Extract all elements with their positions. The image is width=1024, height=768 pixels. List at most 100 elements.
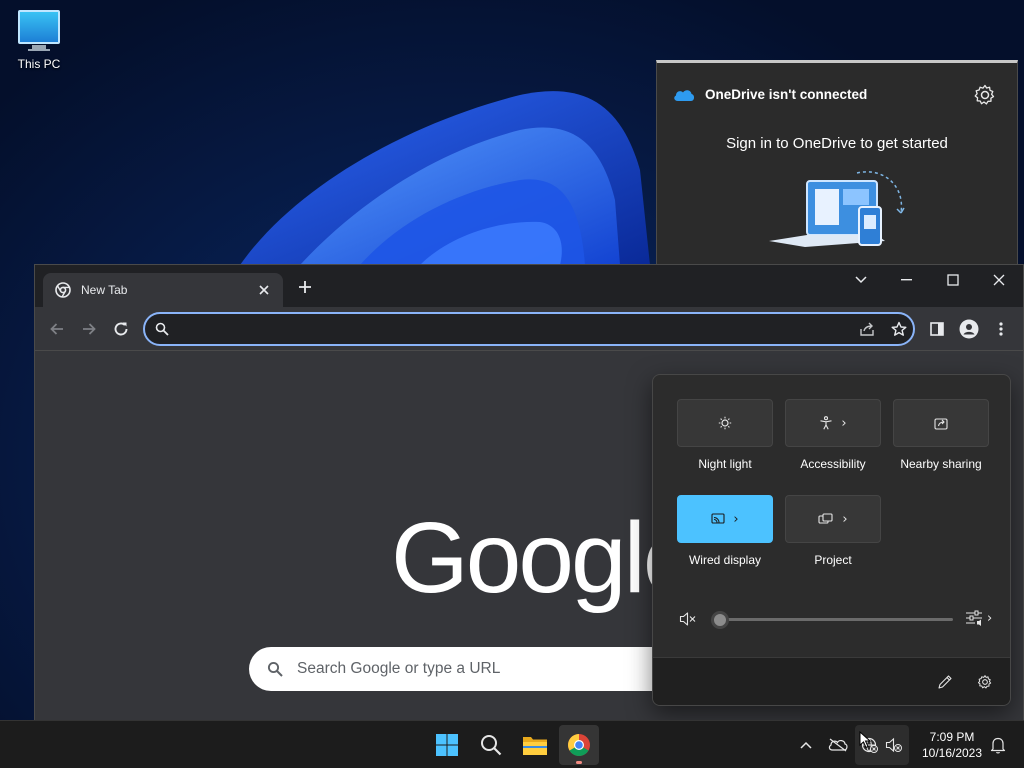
show-hidden-icons-button[interactable] (794, 733, 818, 757)
project-label: Project (814, 553, 852, 567)
volume-muted-icon (885, 737, 902, 753)
accessibility-icon (820, 416, 832, 430)
chrome-menu-button[interactable] (989, 317, 1013, 341)
minimize-button[interactable] (884, 265, 930, 295)
desktop-icon-this-pc[interactable]: This PC (10, 10, 68, 71)
chevron-up-icon (800, 741, 812, 749)
close-tab-icon[interactable] (257, 283, 271, 297)
nearby-sharing-tile[interactable]: Nearby sharing (893, 399, 989, 471)
reload-button[interactable] (109, 317, 133, 341)
back-button[interactable] (45, 317, 69, 341)
wired-display-toggle[interactable]: › (677, 495, 773, 543)
onedrive-devices-illustration (769, 171, 905, 247)
onedrive-title: OneDrive isn't connected (705, 87, 868, 102)
more-vertical-icon (999, 322, 1003, 336)
accessibility-label: Accessibility (800, 457, 866, 471)
close-icon (993, 274, 1005, 286)
wired-display-tile[interactable]: › Wired display (677, 495, 773, 567)
onedrive-flyout: OneDrive isn't connected Sign in to OneD… (656, 60, 1018, 270)
arrow-right-icon (83, 323, 96, 335)
onedrive-settings-button[interactable] (973, 83, 997, 107)
side-panel-button[interactable] (925, 317, 949, 341)
forward-button[interactable] (77, 317, 101, 341)
project-tile[interactable]: › Project (785, 495, 881, 567)
volume-slider-track[interactable] (721, 618, 953, 621)
bookmark-star-button[interactable] (887, 317, 911, 341)
project-toggle[interactable]: › (785, 495, 881, 543)
chrome-taskbar-button[interactable] (559, 725, 599, 765)
notifications-button[interactable] (986, 733, 1010, 757)
volume-slider-thumb[interactable] (711, 611, 729, 629)
volume-muted-icon[interactable] (679, 611, 697, 627)
volume-row: › (677, 607, 992, 631)
taskbar: 7:09 PM 10/16/2023 (0, 720, 1024, 768)
desktop-icon-label: This PC (17, 57, 61, 71)
night-light-icon (718, 416, 732, 430)
minimize-icon (901, 279, 912, 281)
star-icon (891, 321, 907, 336)
reload-icon (114, 322, 128, 336)
google-logo: Google (391, 502, 698, 614)
edit-quick-settings-button[interactable] (933, 670, 957, 694)
search-icon (155, 322, 169, 336)
nearby-sharing-toggle[interactable] (893, 399, 989, 447)
nearby-sharing-icon (934, 418, 948, 430)
chevron-down-icon (855, 276, 867, 284)
audio-output-button[interactable]: › (965, 609, 992, 627)
gear-icon (977, 675, 992, 689)
nearby-sharing-label: Nearby sharing (900, 457, 982, 471)
chrome-favicon-icon (55, 282, 71, 298)
night-light-tile[interactable]: Night light (677, 399, 773, 471)
search-icon (267, 661, 283, 677)
arrow-left-icon (50, 323, 63, 335)
address-bar[interactable] (143, 312, 915, 346)
onedrive-cloud-icon (674, 89, 695, 101)
start-button[interactable] (427, 725, 467, 765)
accessibility-toggle[interactable]: › (785, 399, 881, 447)
chevron-right-icon: › (733, 511, 739, 527)
side-panel-icon (930, 322, 944, 336)
quick-settings-footer (653, 657, 1010, 705)
file-explorer-button[interactable] (515, 725, 555, 765)
share-button[interactable] (855, 317, 879, 341)
plus-icon (299, 281, 311, 293)
bell-icon (990, 737, 1006, 754)
night-light-toggle[interactable] (677, 399, 773, 447)
night-light-label: Night light (698, 457, 752, 471)
close-window-button[interactable] (976, 265, 1022, 295)
gear-icon (974, 84, 995, 105)
taskbar-search-button[interactable] (471, 725, 511, 765)
tab-new-tab[interactable]: New Tab (43, 273, 283, 307)
ntp-search-placeholder: Search Google or type a URL (297, 660, 501, 677)
accessibility-tile[interactable]: › Accessibility (785, 399, 881, 471)
maximize-icon (947, 274, 959, 286)
onedrive-offline-icon (828, 738, 848, 752)
windows-start-icon (436, 734, 458, 756)
profile-button[interactable] (957, 317, 981, 341)
network-volume-group[interactable] (855, 725, 909, 765)
chevron-right-icon: › (841, 415, 847, 431)
quick-settings-panel: Night light › Accessibility Nearby shari… (652, 374, 1011, 706)
clock-time: 7:09 PM (929, 730, 975, 744)
chrome-icon (568, 734, 590, 756)
clock-date: 10/16/2023 (921, 746, 983, 760)
maximize-button[interactable] (930, 265, 976, 295)
chevron-right-icon: › (987, 610, 993, 626)
mouse-cursor-icon (859, 731, 872, 749)
tab-search-button[interactable] (838, 265, 884, 295)
browser-toolbar (35, 307, 1023, 351)
new-tab-button[interactable] (293, 275, 317, 299)
onedrive-tray-button[interactable] (826, 733, 850, 757)
running-indicator (576, 761, 582, 764)
file-explorer-icon (523, 737, 547, 755)
avatar-icon (959, 319, 979, 339)
search-icon (481, 735, 502, 756)
pencil-icon (938, 675, 952, 689)
wired-display-label: Wired display (688, 553, 762, 567)
chevron-right-icon: › (842, 511, 848, 527)
share-icon (860, 322, 874, 336)
tab-strip: New Tab (35, 265, 1023, 307)
clock-button[interactable]: 7:09 PM 10/16/2023 (914, 729, 990, 761)
all-settings-button[interactable] (973, 670, 997, 694)
cast-icon (711, 513, 725, 524)
